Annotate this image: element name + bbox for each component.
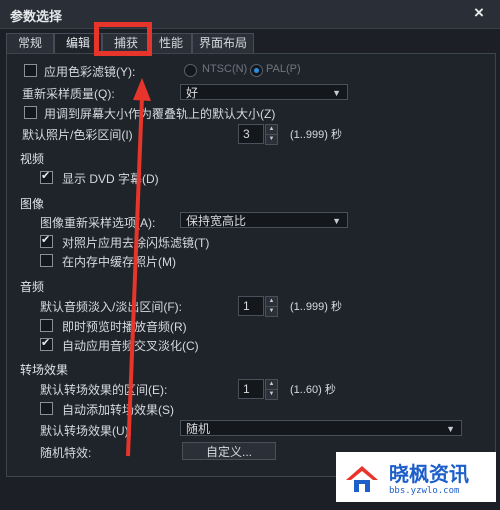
annotation-arrow (126, 78, 151, 457)
watermark-url: bbs.yzwlo.com (386, 486, 463, 496)
arrow-head-icon (133, 78, 151, 101)
watermark-title: 晓枫资讯 (386, 458, 472, 487)
arrow-shaft (126, 95, 144, 457)
watermark-logo-icon (346, 466, 378, 492)
